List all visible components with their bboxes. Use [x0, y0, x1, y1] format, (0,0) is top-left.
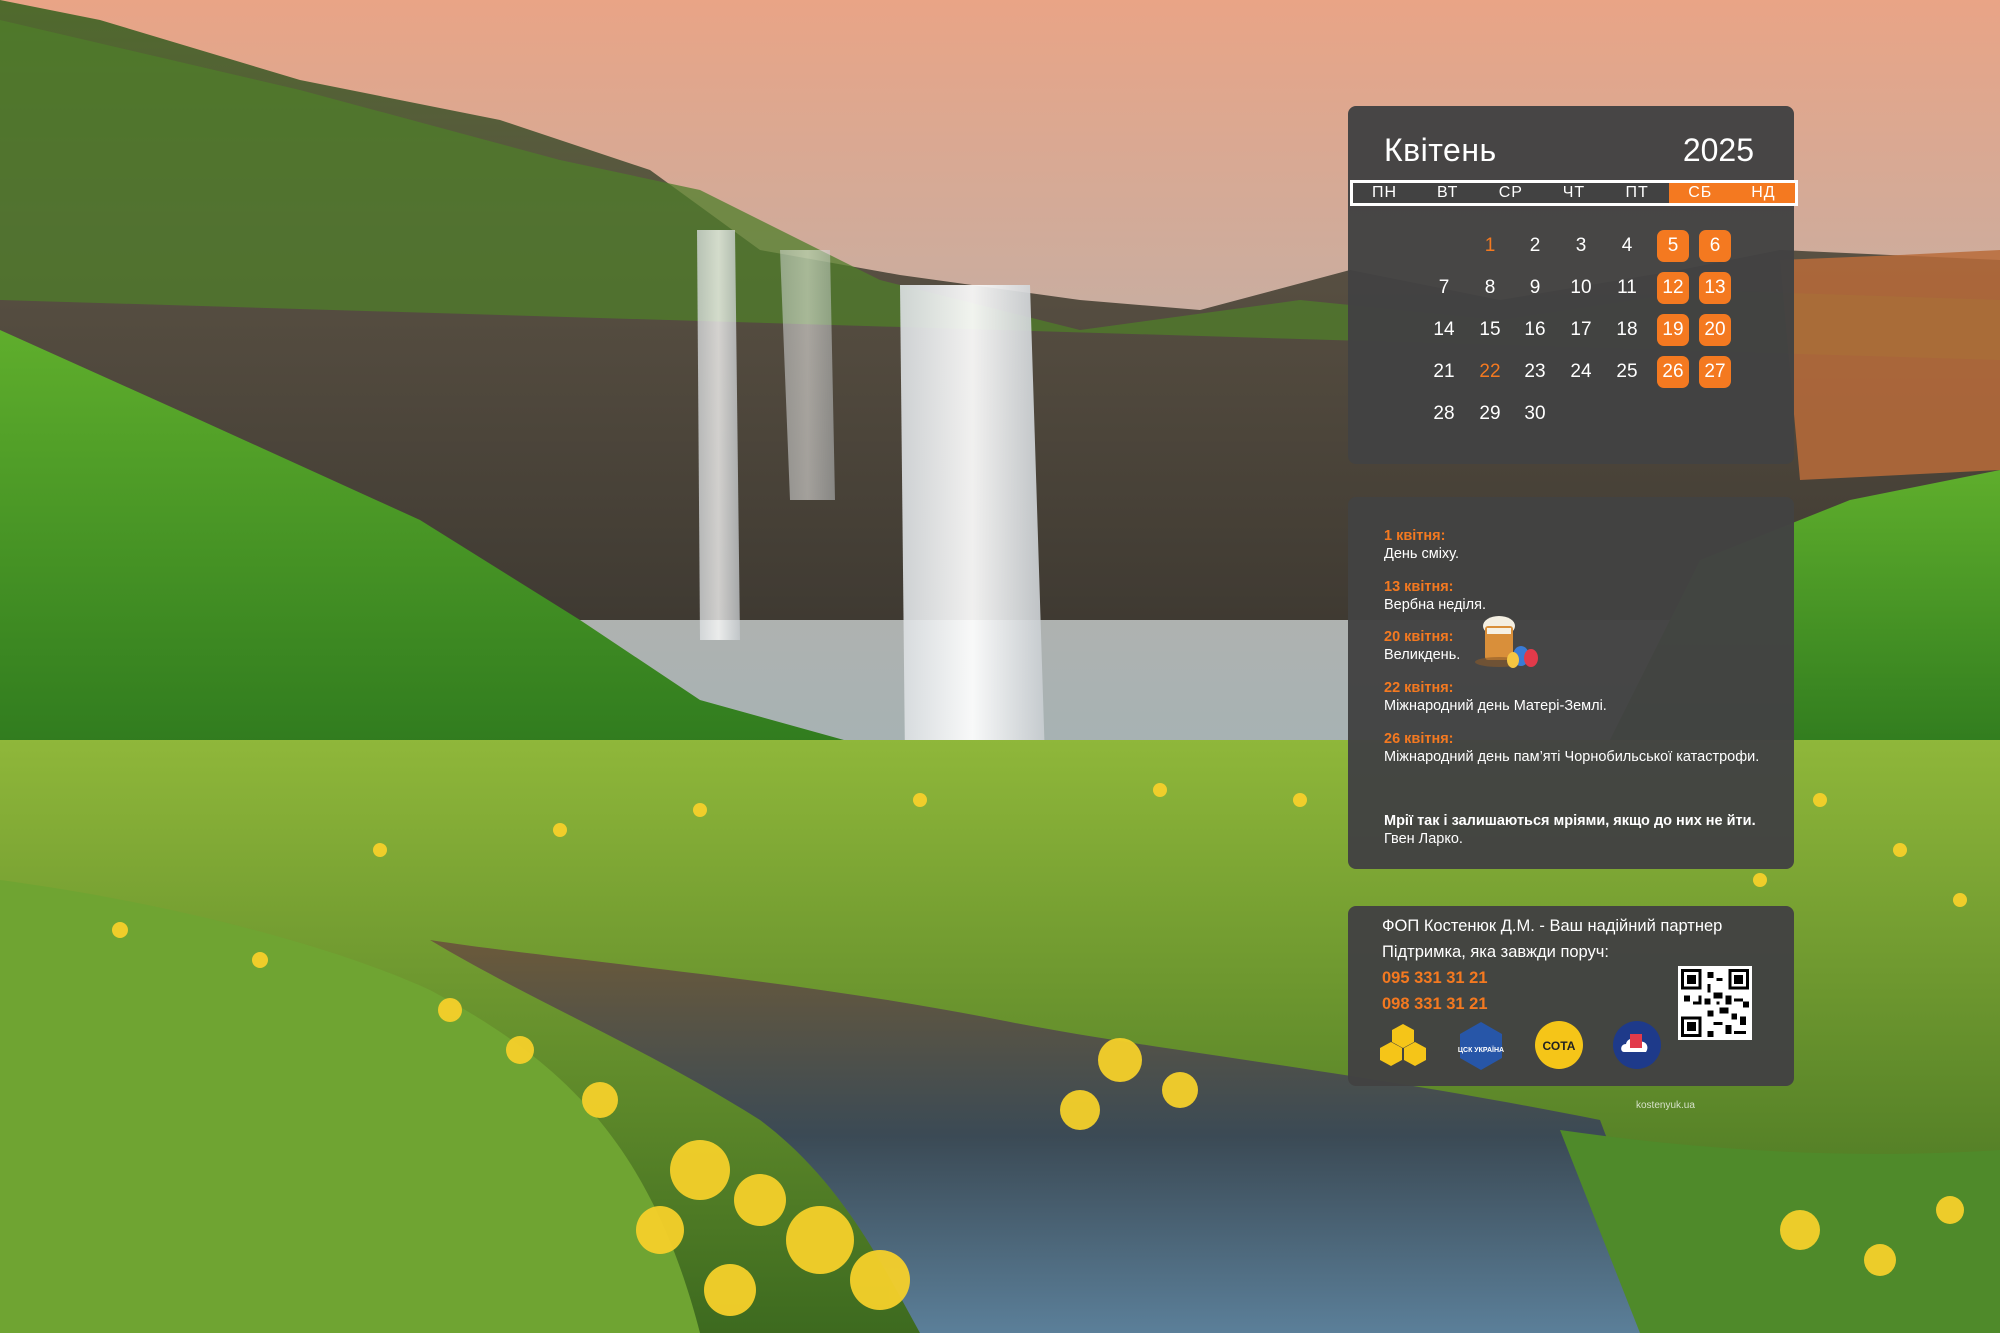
calendar-grid: 1 2 3 4 5 6 7 8 9 10 11 12 13 14 15 16 17 18 19 20 21 22 23 24 2… — [1348, 230, 1794, 440]
calendar-day: 8 — [1484, 277, 1496, 298]
calendar-week-row: 28 29 30 — [1348, 398, 1794, 440]
calendar-day: 6 — [1699, 230, 1731, 262]
calendar-day: 16 — [1524, 319, 1546, 340]
sota-logo-text: СОТА — [1543, 1039, 1576, 1053]
calendar-day: 27 — [1699, 356, 1731, 388]
phone-number-2[interactable]: 098 331 31 21 — [1382, 994, 1488, 1014]
watermark: kostenyuk.ua — [1636, 1100, 1695, 1111]
weekday-label: ПН — [1372, 184, 1398, 201]
honeycomb-logo-icon — [1380, 1024, 1426, 1066]
calendar-day: 22 — [1479, 361, 1501, 382]
event-text: Вербна неділя. — [1384, 597, 1486, 613]
calendar-header: Квітень 2025 — [1384, 124, 1754, 180]
phone-number-1[interactable]: 095 331 31 21 — [1382, 968, 1488, 988]
weekday-label: НД — [1731, 183, 1795, 203]
event-item: 22 квітня: Міжнародний день Матері-Землі… — [1384, 679, 1774, 715]
partner-logos: ЦСК УКРАЇНА СОТА — [1378, 1020, 1678, 1076]
csk-ukraine-logo-text: ЦСК УКРАЇНА — [1458, 1046, 1504, 1054]
calendar-day: 11 — [1617, 277, 1637, 298]
weekday-label: СР — [1498, 184, 1523, 201]
event-item: 26 квітня: Міжнародний день пам’яті Чорн… — [1384, 730, 1774, 766]
calendar-day: 7 — [1438, 277, 1450, 298]
calendar-day: 9 — [1529, 277, 1541, 298]
cloud-document-logo-icon — [1613, 1021, 1661, 1069]
events-panel: 1 квітня: День сміху. 13 квітня: Вербна … — [1348, 497, 1794, 869]
calendar-day: 19 — [1657, 314, 1689, 346]
calendar-week-row: 21 22 23 24 25 26 27 — [1348, 356, 1794, 398]
calendar-day: 14 — [1433, 319, 1455, 340]
quote-author: Гвен Ларко. — [1384, 831, 1463, 847]
calendar-year: 2025 — [1682, 132, 1754, 168]
calendar-day: 20 — [1699, 314, 1731, 346]
calendar-day: 23 — [1524, 361, 1546, 382]
qr-code[interactable] — [1678, 966, 1752, 1040]
weekday-label: ВТ — [1437, 184, 1459, 201]
event-item: 20 квітня: Великдень. — [1384, 628, 1774, 664]
support-label: Підтримка, яка завжди поруч: — [1382, 943, 1609, 961]
calendar-day: 30 — [1524, 403, 1546, 424]
calendar-week-row: 1 2 3 4 56 — [1348, 230, 1794, 272]
calendar-day: 15 — [1479, 319, 1501, 340]
calendar-day: 10 — [1570, 277, 1592, 298]
event-date: 13 квітня: — [1384, 579, 1454, 595]
csk-ukraine-logo-icon: ЦСК УКРАЇНА — [1458, 1022, 1504, 1070]
calendar-day: 28 — [1433, 403, 1455, 424]
quote-block: Мрії так і залишаються мріями, якщо до н… — [1384, 812, 1774, 848]
calendar-week-row: 14 15 16 17 18 19 20 — [1348, 314, 1794, 356]
calendar-day: 25 — [1616, 361, 1638, 382]
event-date: 26 квітня: — [1384, 731, 1454, 747]
calendar-day: 24 — [1570, 361, 1592, 382]
weekday-label: ЧТ — [1562, 184, 1586, 201]
event-text: Міжнародний день Матері-Землі. — [1384, 698, 1607, 714]
calendar-day: 29 — [1479, 403, 1501, 424]
calendar-day: 12 — [1657, 272, 1689, 304]
calendar-day: 1 — [1484, 235, 1496, 256]
event-date: 20 квітня: — [1384, 629, 1454, 645]
calendar-day: 17 — [1570, 319, 1592, 340]
calendar-day: 26 — [1657, 356, 1689, 388]
calendar-day: 5 — [1657, 230, 1689, 262]
sota-logo-icon: СОТА — [1535, 1021, 1583, 1069]
quote-text: Мрії так і залишаються мріями, якщо до н… — [1384, 813, 1756, 829]
event-date: 1 квітня: — [1384, 528, 1446, 544]
calendar-day: 18 — [1616, 319, 1638, 340]
event-text: Великдень. — [1384, 647, 1461, 663]
event-item: 1 квітня: День сміху. — [1384, 527, 1774, 563]
easter-cake-icon — [1475, 616, 1538, 668]
weekday-label: СБ — [1668, 183, 1732, 203]
calendar-day: 2 — [1529, 235, 1541, 256]
calendar-day: 3 — [1575, 235, 1587, 256]
calendar-month: Квітень — [1384, 132, 1497, 168]
weekday-label: ПТ — [1625, 184, 1649, 201]
event-text: День сміху. — [1384, 546, 1459, 562]
event-text: Міжнародний день пам’яті Чорнобильської … — [1384, 749, 1760, 765]
contact-panel: ФОП Костенюк Д.М. - Ваш надійний партнер… — [1348, 906, 1794, 1086]
company-tagline: ФОП Костенюк Д.М. - Ваш надійний партнер — [1382, 917, 1723, 935]
calendar-day: 13 — [1699, 272, 1731, 304]
event-item: 13 квітня: Вербна неділя. — [1384, 578, 1774, 614]
calendar-panel: Квітень 2025 ПН ВТ СР ЧТ ПТ СБ НД 1 2 3 4 5 6 7 8 9 10 1… — [1348, 106, 1798, 464]
calendar-day: 4 — [1621, 235, 1633, 256]
event-date: 22 квітня: — [1384, 680, 1454, 696]
weekday-header: ПН ВТ СР ЧТ ПТ СБ НД — [1350, 180, 1798, 206]
calendar-day: 21 — [1433, 361, 1455, 382]
calendar-week-row: 7 8 9 10 11 12 13 — [1348, 272, 1794, 314]
